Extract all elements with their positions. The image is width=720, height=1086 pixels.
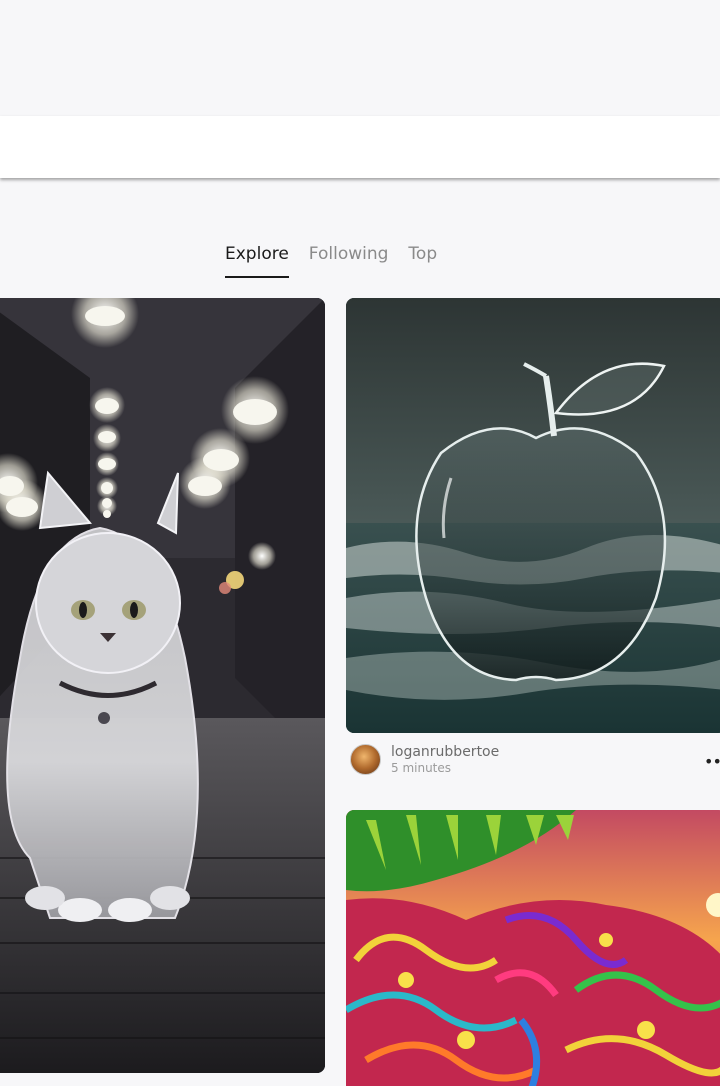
cat-illustration (0, 298, 325, 1073)
more-options-button[interactable]: ••• (704, 752, 720, 771)
top-bar (0, 0, 720, 112)
author-info: loganrubbertoe 5 minutes (391, 744, 499, 775)
tab-following[interactable]: Following (309, 242, 389, 276)
psychedelic-elephant-illustration (346, 810, 720, 1086)
author-name[interactable]: loganrubbertoe (391, 744, 499, 761)
post-time: 5 minutes (391, 761, 452, 775)
post-author[interactable]: loganrubbertoe 5 minutes (350, 744, 499, 775)
glass-apple-illustration (346, 298, 720, 733)
post-image-apple[interactable] (346, 298, 720, 733)
feed-tabs: Explore Following Top (225, 242, 437, 282)
post-image-elephant[interactable] (346, 810, 720, 1086)
post-image-cat[interactable] (0, 298, 325, 1073)
avatar[interactable] (350, 744, 381, 775)
search-strip[interactable] (0, 116, 720, 178)
tab-explore[interactable]: Explore (225, 242, 289, 278)
tab-top[interactable]: Top (408, 242, 437, 276)
